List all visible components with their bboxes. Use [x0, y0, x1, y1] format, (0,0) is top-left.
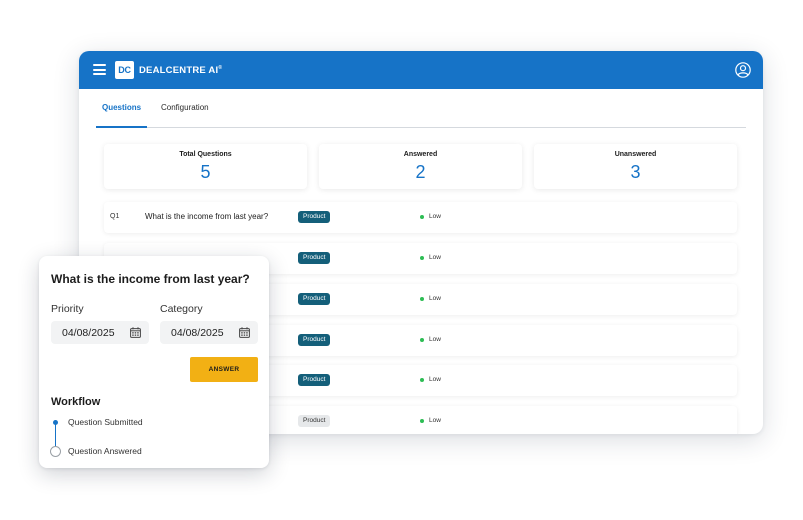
- priority-label: Low: [429, 376, 441, 383]
- app-logo-text: DEALCENTRE AI®: [139, 65, 222, 76]
- step-pending-icon: [50, 446, 61, 457]
- priority-label: Priority: [51, 303, 84, 315]
- category-tag: Product: [298, 374, 331, 386]
- tab-bar: Questions Configuration: [96, 89, 746, 128]
- workflow-step: Question Submitted: [68, 417, 143, 427]
- question-detail-card: What is the income from last year? Prior…: [39, 256, 269, 468]
- category-tag: Product: [298, 252, 331, 264]
- workflow-title: Workflow: [51, 396, 101, 408]
- priority-label: Low: [429, 295, 441, 302]
- workflow-step: Question Answered: [68, 446, 142, 456]
- priority-date-value: 04/08/2025: [62, 327, 115, 339]
- status-dot-icon: [420, 378, 424, 382]
- user-account-icon[interactable]: [735, 62, 751, 78]
- status-dot-icon: [420, 256, 424, 260]
- calendar-icon[interactable]: [130, 327, 141, 338]
- status-dot-icon: [420, 215, 424, 219]
- logo-mark: DC: [115, 61, 134, 79]
- priority-label: Low: [429, 336, 441, 343]
- stat-value: 5: [200, 162, 211, 182]
- logo-name: DEALCENTRE AI: [139, 65, 219, 77]
- stat-label: Unanswered: [614, 151, 657, 158]
- question-detail-title: What is the income from last year?: [51, 272, 250, 286]
- menu-icon[interactable]: [93, 64, 106, 75]
- answer-button[interactable]: ANSWER: [190, 357, 258, 382]
- priority-label: Low: [429, 254, 441, 261]
- question-text: What is the income from last year?: [145, 212, 269, 221]
- priority-label: Low: [429, 417, 441, 424]
- workflow-connector: [55, 424, 56, 448]
- category-label: Category: [160, 303, 203, 315]
- stat-value: 2: [415, 162, 426, 182]
- stat-label: Answered: [403, 151, 438, 158]
- tab-questions[interactable]: Questions: [96, 89, 148, 128]
- category-date-field[interactable]: 04/08/2025: [160, 321, 258, 344]
- stat-card-total-questions: Total Questions 5: [104, 144, 307, 189]
- stat-card-unanswered: Unanswered 3: [534, 144, 737, 189]
- category-tag: Product: [298, 334, 331, 346]
- status-dot-icon: [420, 419, 424, 423]
- stat-value: 3: [630, 162, 641, 182]
- stat-card-answered: Answered 2: [319, 144, 522, 189]
- status-dot-icon: [420, 338, 424, 342]
- calendar-icon[interactable]: [239, 327, 250, 338]
- category-tag: Product: [298, 415, 331, 427]
- status-dot-icon: [420, 297, 424, 301]
- category-date-value: 04/08/2025: [171, 327, 224, 339]
- category-tag: Product: [298, 293, 331, 305]
- logo-trademark: ®: [218, 65, 223, 71]
- category-tag: Product: [298, 211, 331, 223]
- stat-label: Total Questions: [179, 151, 232, 158]
- priority-date-field[interactable]: 04/08/2025: [51, 321, 149, 344]
- tab-configuration[interactable]: Configuration: [155, 89, 215, 128]
- priority-label: Low: [429, 213, 441, 220]
- question-row[interactable]: Q1 What is the income from last year? Pr…: [104, 202, 737, 233]
- question-id: Q1: [110, 213, 120, 220]
- top-navigation-bar: DC DEALCENTRE AI®: [79, 51, 763, 89]
